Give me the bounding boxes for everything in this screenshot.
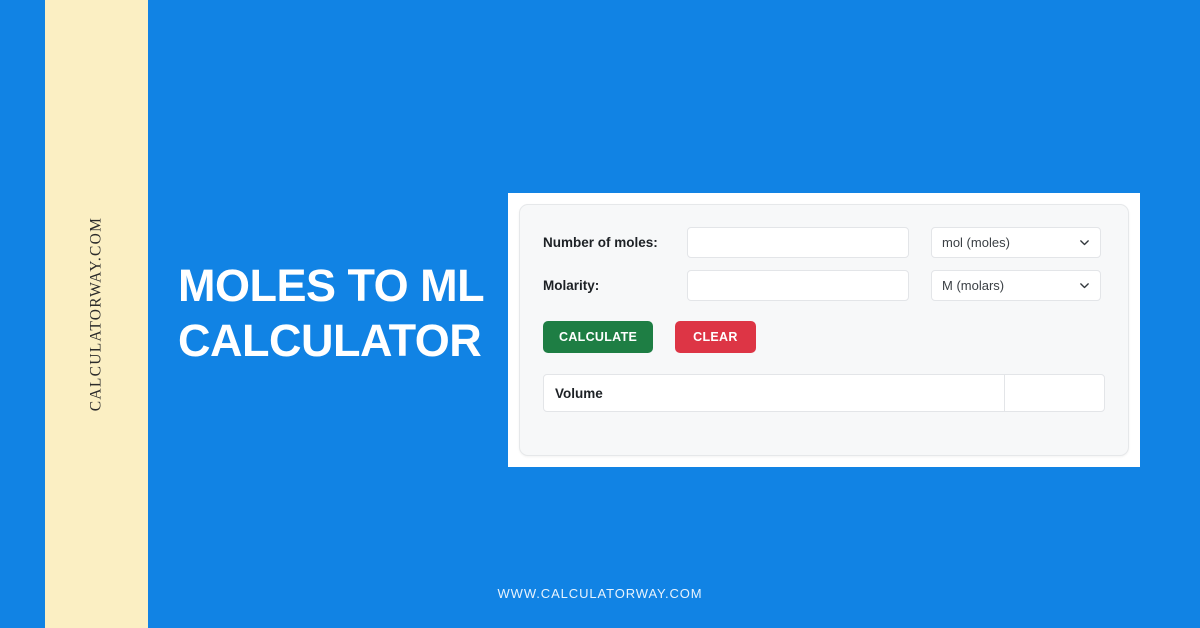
select-moles-unit-value: mol (moles) [942,235,1010,250]
calculate-button[interactable]: CALCULATE [543,321,654,353]
select-moles-unit[interactable]: mol (moles) [931,227,1101,258]
page-title: MOLES TO ML CALCULATOR [178,258,508,368]
field-row-moles: Number of moles: mol (moles) [543,227,1105,258]
select-molarity-unit[interactable]: M (molars) [931,270,1101,301]
brand-side-band: CALCULATORWAY.COM [45,0,148,628]
input-number-of-moles[interactable] [687,227,909,258]
chevron-down-icon [1079,280,1090,291]
calculator-card: Number of moles: mol (moles) Molarity: M… [519,204,1129,456]
clear-button[interactable]: CLEAR [675,321,756,353]
action-button-row: CALCULATE CLEAR [543,321,1105,353]
select-molarity-unit-value: M (molars) [942,278,1005,293]
label-number-of-moles: Number of moles: [543,235,658,250]
result-row: Volume [543,374,1105,412]
page-title-line-1: MOLES TO ML [178,260,485,311]
calculator-frame: Number of moles: mol (moles) Molarity: M… [508,193,1140,467]
result-label-volume: Volume [544,375,1005,411]
field-row-molarity: Molarity: M (molars) [543,270,1105,301]
input-molarity[interactable] [687,270,909,301]
brand-side-band-text: CALCULATORWAY.COM [87,216,105,412]
footer-url: WWW.CALCULATORWAY.COM [497,586,703,601]
page-title-line-2: CALCULATOR [178,315,482,366]
chevron-down-icon [1079,237,1090,248]
label-molarity: Molarity: [543,278,600,293]
result-value-volume [1005,375,1104,411]
